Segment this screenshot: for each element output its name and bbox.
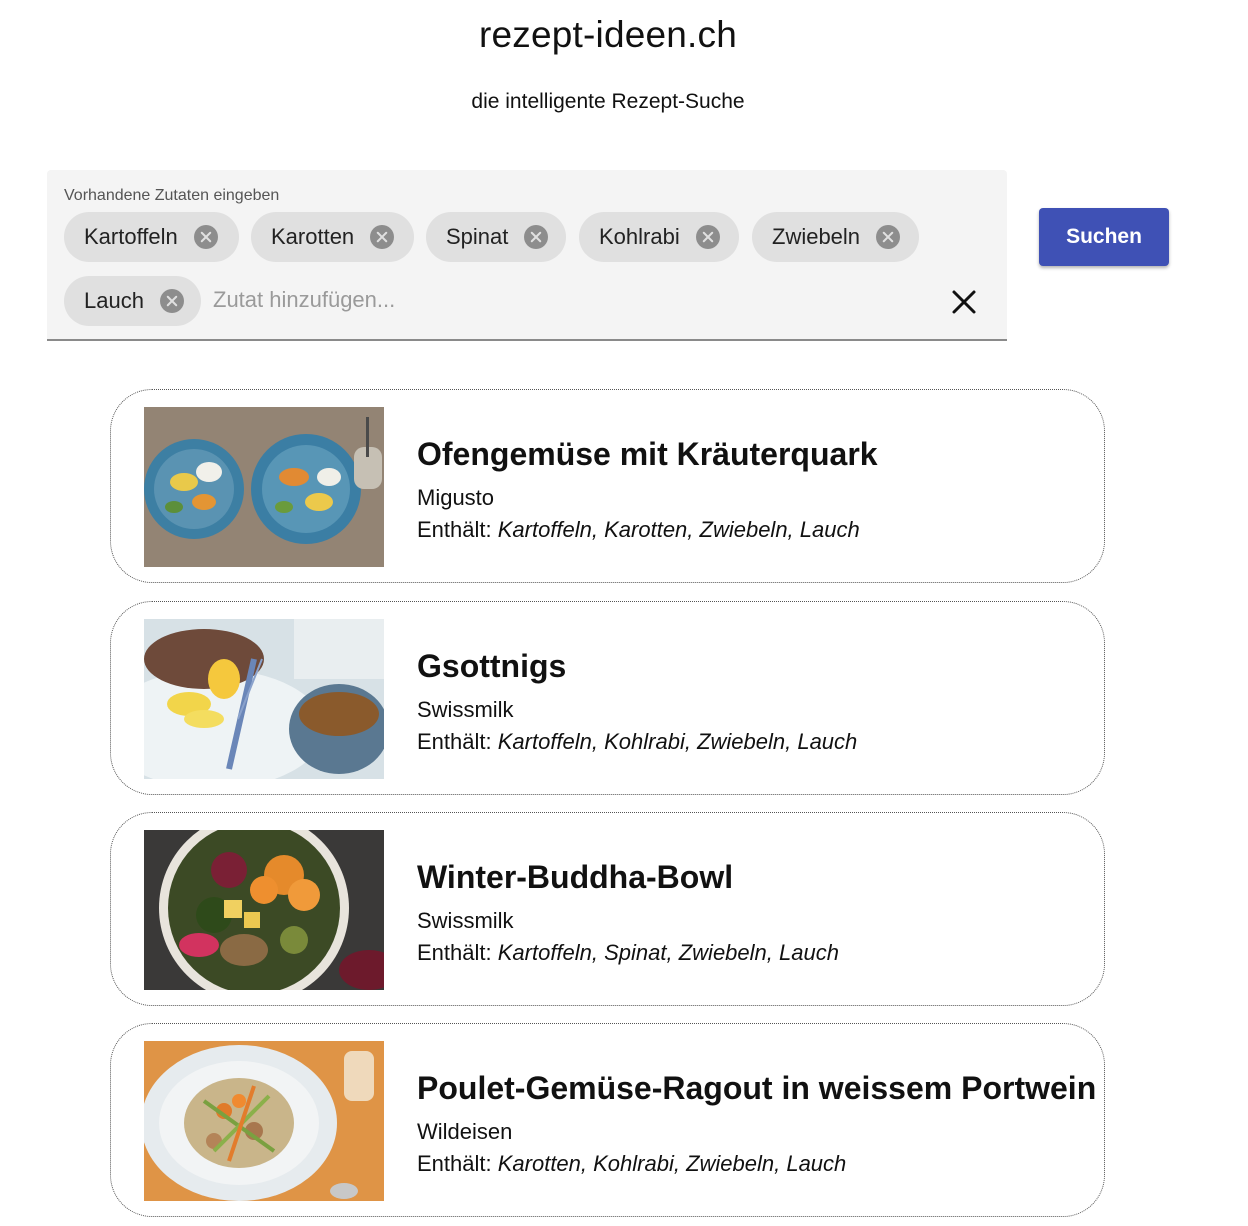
- remove-chip-icon[interactable]: [524, 225, 549, 249]
- recipe-title: Poulet-Gemüse-Ragout in weissem Portwein: [417, 1070, 1097, 1106]
- contains-label: Enthält:: [417, 1151, 492, 1176]
- contains-label: Enthält:: [417, 729, 492, 754]
- recipe-image: [144, 619, 384, 779]
- chip-label: Zwiebeln: [772, 224, 861, 249]
- remove-chip-icon[interactable]: [370, 225, 395, 249]
- recipe-image: [144, 1041, 384, 1201]
- recipe-source: Swissmilk: [417, 697, 514, 722]
- ingredient-chip-lauch: Lauch: [64, 276, 201, 326]
- recipe-ingredients: Enthält: Kartoffeln, Spinat, Zwiebeln, L…: [417, 940, 839, 966]
- site-title: rezept-ideen.ch: [478, 14, 738, 55]
- recipe-ingredients: Enthält: Karotten, Kohlrabi, Zwiebeln, L…: [417, 1151, 846, 1177]
- chip-label: Lauch: [84, 288, 144, 313]
- ingredient-list: Karotten, Kohlrabi, Zwiebeln, Lauch: [497, 1151, 847, 1176]
- recipe-title: Gsottnigs: [417, 648, 567, 684]
- ingredient-chip-kohlrabi: Kohlrabi: [579, 212, 739, 262]
- recipe-source: Swissmilk: [417, 908, 514, 933]
- site-subtitle: die intelligente Rezept-Suche: [471, 90, 745, 113]
- ingredient-list: Kartoffeln, Karotten, Zwiebeln, Lauch: [497, 517, 860, 542]
- chip-label: Kartoffeln: [84, 224, 178, 249]
- recipe-source: Migusto: [417, 485, 495, 510]
- ingredient-chip-spinat: Spinat: [426, 212, 566, 262]
- chip-label: Kohlrabi: [599, 224, 680, 249]
- ingredient-chip-zwiebeln: Zwiebeln: [752, 212, 919, 262]
- recipe-title: Ofengemüse mit Kräuterquark: [417, 436, 878, 472]
- contains-label: Enthält:: [417, 517, 492, 542]
- contains-label: Enthält:: [417, 940, 492, 965]
- recipe-card[interactable]: Gsottnigs Swissmilk Enthält: Kartoffeln,…: [110, 601, 1105, 795]
- remove-chip-icon[interactable]: [193, 225, 218, 249]
- chip-label: Spinat: [446, 224, 509, 249]
- recipe-source: Wildeisen: [417, 1119, 513, 1144]
- recipe-card[interactable]: Ofengemüse mit Kräuterquark Migusto Enth…: [110, 389, 1105, 583]
- ingredient-list: Kartoffeln, Kohlrabi, Zwiebeln, Lauch: [497, 729, 858, 754]
- remove-chip-icon[interactable]: [695, 225, 720, 249]
- search-button[interactable]: Suchen: [1039, 208, 1169, 266]
- recipe-ingredients: Enthält: Kartoffeln, Karotten, Zwiebeln,…: [417, 517, 860, 543]
- recipe-ingredients: Enthält: Kartoffeln, Kohlrabi, Zwiebeln,…: [417, 729, 857, 755]
- recipe-image: [144, 407, 384, 567]
- add-ingredient-input[interactable]: [213, 282, 733, 318]
- clear-all-icon[interactable]: [950, 288, 978, 316]
- recipe-title: Winter-Buddha-Bowl: [417, 859, 734, 895]
- search-label: Vorhandene Zutaten eingeben: [64, 187, 280, 204]
- chip-label: Karotten: [271, 224, 355, 249]
- ingredient-search-field[interactable]: Vorhandene Zutaten eingeben Kartoffeln K…: [47, 170, 1007, 341]
- ingredient-chip-karotten: Karotten: [251, 212, 414, 262]
- recipe-card[interactable]: Winter-Buddha-Bowl Swissmilk Enthält: Ka…: [110, 812, 1105, 1006]
- ingredient-list: Kartoffeln, Spinat, Zwiebeln, Lauch: [497, 940, 839, 965]
- recipe-card[interactable]: Poulet-Gemüse-Ragout in weissem Portwein…: [110, 1023, 1105, 1217]
- ingredient-chip-kartoffeln: Kartoffeln: [64, 212, 239, 262]
- remove-chip-icon[interactable]: [876, 225, 901, 249]
- remove-chip-icon[interactable]: [159, 289, 184, 313]
- recipe-image: [144, 830, 384, 990]
